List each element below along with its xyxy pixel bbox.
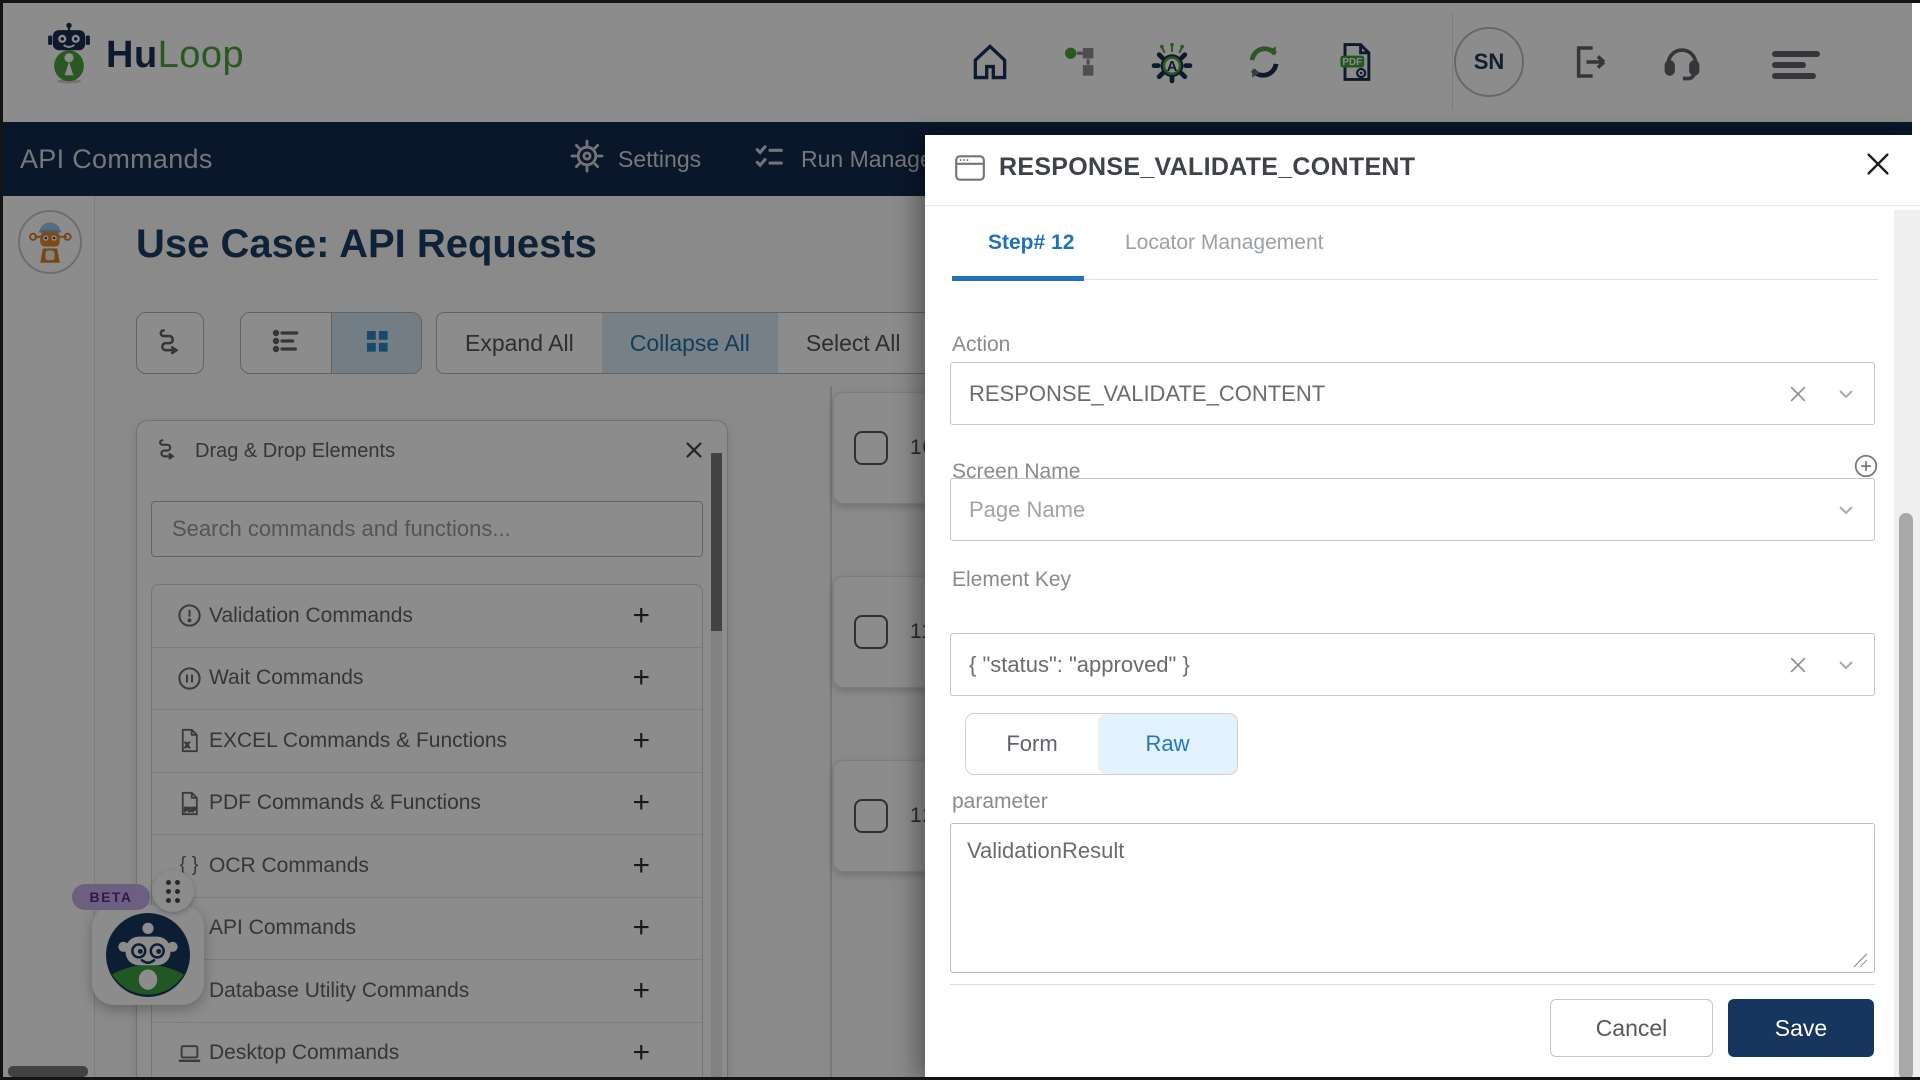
element-key-label: Element Key: [952, 568, 1072, 591]
screen-name-placeholder: Page Name: [969, 496, 1086, 522]
screen-name-select[interactable]: Page Name: [950, 478, 1875, 541]
action-value: RESPONSE_VALIDATE_CONTENT: [969, 380, 1326, 406]
app-window: HuLoop A PDF SN API Commands Settings Ru…: [0, 0, 1920, 1080]
cancel-button[interactable]: Cancel: [1550, 999, 1713, 1057]
action-chevron-down-icon[interactable]: [1818, 382, 1874, 406]
drawer-header-divider: [925, 205, 1920, 206]
action-label: Action: [952, 333, 1011, 356]
drawer-scrollbar-track: [1894, 210, 1920, 1080]
screen-name-chevron-down-icon[interactable]: [1818, 498, 1874, 522]
save-button[interactable]: Save: [1728, 999, 1874, 1057]
parameter-textarea[interactable]: ValidationResult: [950, 823, 1875, 973]
window-frame: [0, 0, 3, 1080]
parameter-label: parameter: [952, 790, 1048, 813]
scrollbar-corner-patch: [1912, 0, 1920, 135]
element-key-chevron-down-icon[interactable]: [1818, 653, 1874, 677]
action-select[interactable]: RESPONSE_VALIDATE_CONTENT: [950, 362, 1875, 425]
mode-raw-button[interactable]: Raw: [1098, 714, 1237, 774]
element-key-value: { "status": "approved" }: [969, 651, 1190, 677]
drawer-scrollbar-thumb[interactable]: [1899, 513, 1913, 1080]
active-tab-underline: [952, 276, 1084, 281]
tabs-divider: [952, 279, 1878, 280]
payload-mode-toggle: Form Raw: [965, 713, 1238, 775]
element-key-clear-icon[interactable]: [1778, 654, 1818, 676]
action-clear-icon[interactable]: [1778, 383, 1818, 405]
step-editor-drawer: RESPONSE_VALIDATE_CONTENT Step# 12 Locat…: [925, 135, 1920, 1080]
drawer-title: RESPONSE_VALIDATE_CONTENT: [999, 153, 1416, 181]
tab-step[interactable]: Step# 12: [988, 231, 1074, 255]
footer-divider: [950, 984, 1875, 985]
window-element-icon: [953, 151, 987, 190]
tab-locator-management[interactable]: Locator Management: [1125, 231, 1323, 255]
element-key-select[interactable]: { "status": "approved" }: [950, 633, 1875, 696]
window-frame: [0, 0, 1920, 3]
mode-form-button[interactable]: Form: [966, 714, 1098, 774]
drawer-close-icon[interactable]: [1863, 149, 1893, 184]
